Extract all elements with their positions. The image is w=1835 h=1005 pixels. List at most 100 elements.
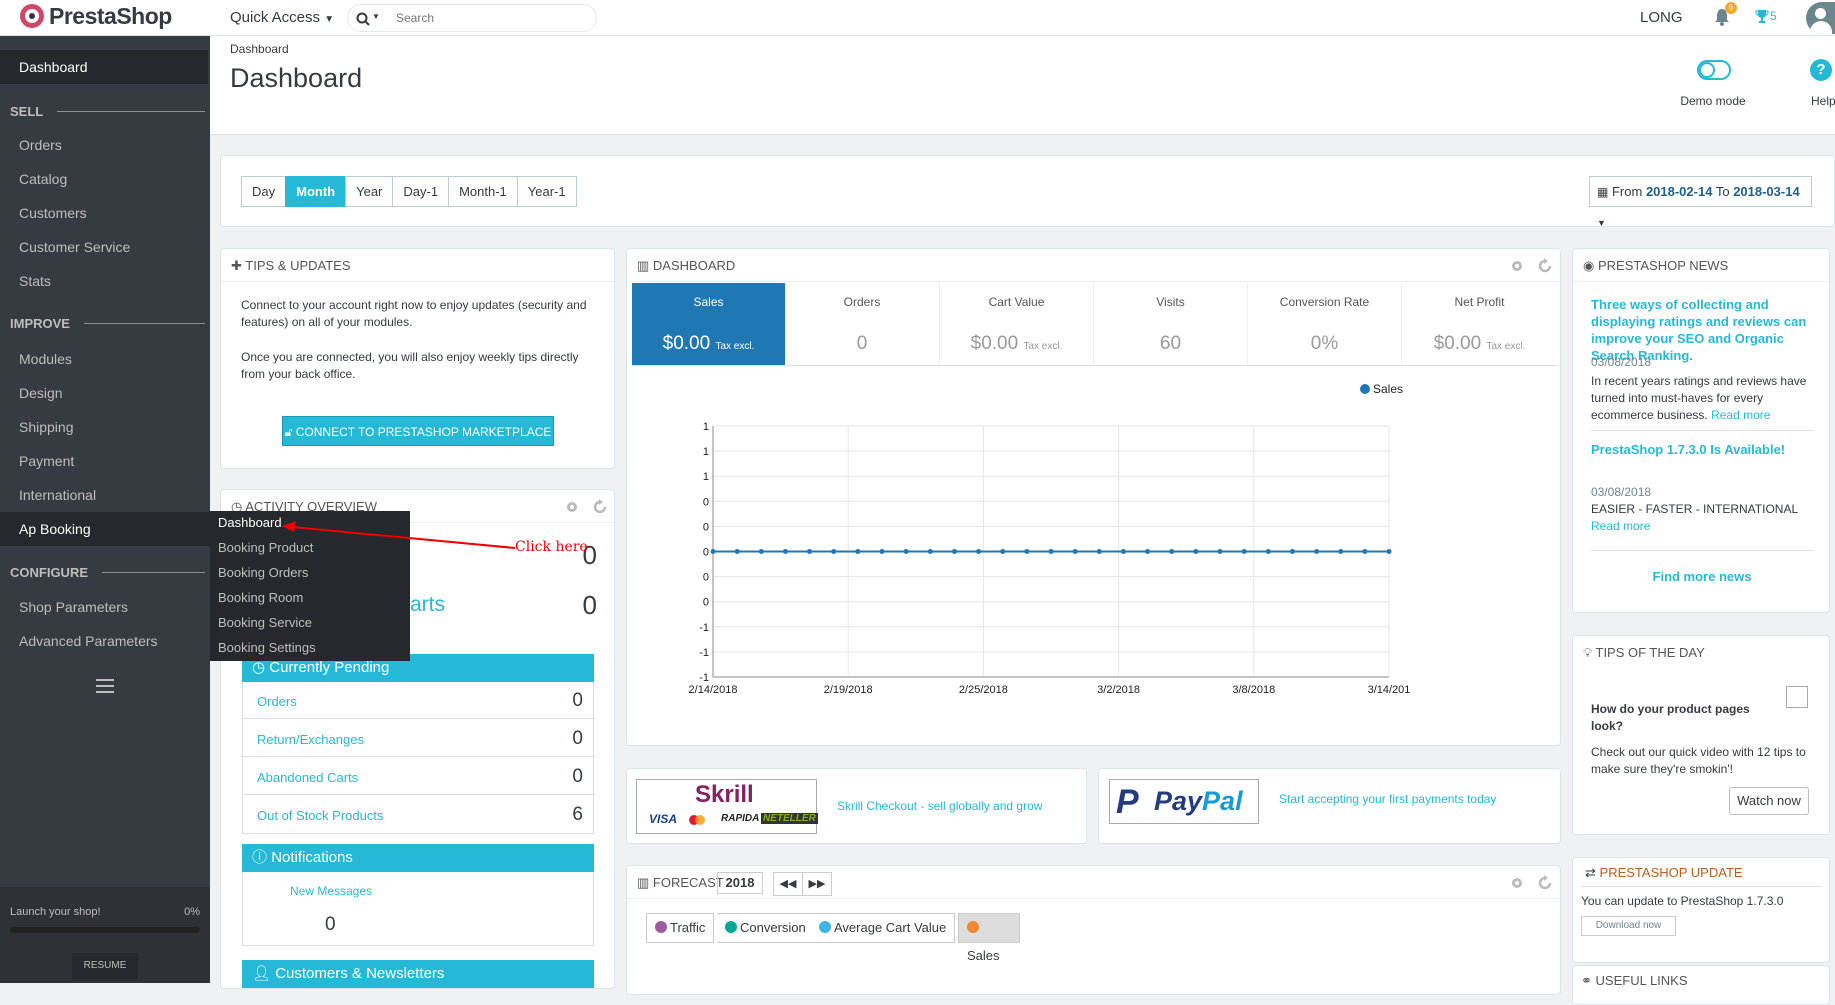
forecast-tag-sales[interactable]: Sales xyxy=(958,913,1020,963)
sidebar-item-customers[interactable]: Customers xyxy=(0,196,210,230)
trophy-icon[interactable] xyxy=(1755,9,1769,23)
period-day-button[interactable]: Day xyxy=(241,176,287,207)
resume-button[interactable]: RESUME xyxy=(72,953,138,979)
period-panel: Day Month Year Day-1 Month-1 Year-1 ▦ Fr… xyxy=(220,155,1835,228)
toggle-icon[interactable] xyxy=(1697,60,1731,80)
sidebar-item-design[interactable]: Design xyxy=(0,376,210,410)
search-input[interactable] xyxy=(396,9,586,27)
pending-row-out-of-stock[interactable]: Out of Stock Products 6 xyxy=(243,796,595,833)
search-box[interactable]: ▼ xyxy=(347,4,597,32)
read-more-link[interactable]: Read more xyxy=(1711,408,1770,422)
avatar[interactable] xyxy=(1806,2,1835,34)
sidebar-item-shipping[interactable]: Shipping xyxy=(0,410,210,444)
prestashop-logo-icon[interactable] xyxy=(20,4,44,28)
sales-point xyxy=(951,549,957,554)
legend-marker xyxy=(1360,384,1370,394)
search-caret-icon[interactable]: ▼ xyxy=(372,12,380,21)
row-label[interactable]: Out of Stock Products xyxy=(257,808,383,823)
kpi-sales[interactable]: Sales $0.00 Tax excl. xyxy=(632,283,785,365)
sidebar-item-modules[interactable]: Modules xyxy=(0,342,210,376)
paypal-link[interactable]: Start accepting your first payments toda… xyxy=(1279,792,1496,806)
refresh-icon[interactable] xyxy=(1537,875,1553,891)
dot-icon xyxy=(655,921,667,933)
sidebar-item-orders[interactable]: Orders xyxy=(0,128,210,162)
skrill-logo[interactable]: Skrill VISA RAPIDA NETELLER xyxy=(636,779,818,834)
sidebar-item-ap-booking[interactable]: Ap Booking xyxy=(0,512,210,546)
abandoned-carts-link[interactable]: arts xyxy=(410,593,445,617)
forecast-tag-traffic[interactable]: Traffic xyxy=(646,913,715,943)
row-label[interactable]: Return/Exchanges xyxy=(257,732,364,747)
period-month-1-button[interactable]: Month-1 xyxy=(448,176,518,207)
quick-access-menu[interactable]: Quick Access ▼ xyxy=(230,9,334,26)
date-range-picker[interactable]: ▦ From 2018-02-14 To 2018-03-14 ▼ xyxy=(1589,176,1812,228)
pending-row-orders[interactable]: Orders 0 xyxy=(243,682,595,719)
sales-point xyxy=(1024,549,1030,554)
demo-mode-button[interactable]: Demo mode xyxy=(1680,94,1745,108)
skrill-panel: Skrill VISA RAPIDA NETELLER Skrill Check… xyxy=(626,768,1087,844)
hamburger-menu-icon[interactable] xyxy=(96,679,114,693)
kpi-net-profit[interactable]: Net Profit $0.00 Tax excl. xyxy=(1402,283,1557,365)
gear-icon[interactable] xyxy=(1509,875,1525,891)
refresh-icon[interactable] xyxy=(592,499,608,515)
brand-name[interactable]: PrestaShop xyxy=(49,3,172,30)
kpi-cart-value[interactable]: Cart Value $0.00 Tax excl. xyxy=(940,283,1094,365)
submenu-item-booking-orders[interactable]: Booking Orders xyxy=(218,565,308,580)
gear-icon[interactable] xyxy=(564,499,580,515)
x-tick-label: 3/2/2018 xyxy=(1097,684,1140,696)
news-item-2-read-more[interactable]: Read more xyxy=(1591,519,1650,533)
panel-heading: ✚ TIPS & UPDATES xyxy=(221,249,614,282)
news-item-2-title[interactable]: PrestaShop 1.7.3.0 Is Available! xyxy=(1591,442,1819,457)
previous-year-icon[interactable]: ◀◀ xyxy=(773,872,803,896)
skrill-link[interactable]: Skrill Checkout - sell globally and grow xyxy=(837,799,1042,813)
next-year-icon[interactable]: ▶▶ xyxy=(802,872,832,896)
period-year-1-button[interactable]: Year-1 xyxy=(516,176,577,207)
find-more-news-link[interactable]: Find more news xyxy=(1573,569,1831,584)
row-label[interactable]: Orders xyxy=(257,694,297,709)
period-year-button[interactable]: Year xyxy=(345,176,394,207)
help-icon[interactable]: ? xyxy=(1810,59,1832,81)
sales-point xyxy=(1289,549,1295,554)
kpi-orders[interactable]: Orders 0 xyxy=(785,283,940,365)
help-button[interactable]: Help xyxy=(1811,94,1835,108)
submenu-item-booking-room[interactable]: Booking Room xyxy=(218,590,303,605)
refresh-icon[interactable] xyxy=(1537,258,1553,274)
submenu-item-dashboard[interactable]: Dashboard xyxy=(218,515,282,530)
video-thumbnail-icon[interactable] xyxy=(1786,686,1808,708)
news-item-1-title[interactable]: Three ways of collecting and displaying … xyxy=(1591,296,1819,364)
new-messages-link[interactable]: New Messages xyxy=(290,884,372,898)
kpi-conversion-rate[interactable]: Conversion Rate 0% xyxy=(1248,283,1402,365)
watch-now-button[interactable]: Watch now xyxy=(1729,787,1809,815)
sidebar-item-shop-parameters[interactable]: Shop Parameters xyxy=(0,590,210,624)
y-tick-label: 0 xyxy=(703,547,709,559)
sidebar-item-international[interactable]: International xyxy=(0,478,210,512)
sidebar-item-dashboard[interactable]: Dashboard xyxy=(0,50,208,84)
period-day-1-button[interactable]: Day-1 xyxy=(392,176,450,207)
panel-title: FORECAST xyxy=(652,875,724,890)
submenu-item-booking-settings[interactable]: Booking Settings xyxy=(218,640,316,655)
pending-row-returns[interactable]: Return/Exchanges 0 xyxy=(243,720,595,757)
download-now-button[interactable]: Download now xyxy=(1581,916,1676,936)
y-tick-label: 1 xyxy=(703,471,709,483)
section-label: SELL xyxy=(10,104,44,119)
sidebar-item-catalog[interactable]: Catalog xyxy=(0,162,210,196)
kpi-visits[interactable]: Visits 60 xyxy=(1094,283,1248,365)
period-month-button[interactable]: Month xyxy=(285,176,347,207)
forecast-tag-conversion[interactable]: Conversion xyxy=(717,913,815,943)
panel-title: USEFUL LINKS xyxy=(1595,973,1688,988)
sidebar-item-stats[interactable]: Stats xyxy=(0,264,210,298)
sidebar-item-customer-service[interactable]: Customer Service xyxy=(0,230,210,264)
pending-row-abandoned-carts[interactable]: Abandoned Carts 0 xyxy=(243,758,595,795)
forecast-tag-average-cart-value[interactable]: Average Cart Value xyxy=(811,913,956,943)
gear-icon[interactable] xyxy=(1509,258,1525,274)
sidebar-item-advanced-parameters[interactable]: Advanced Parameters xyxy=(0,624,210,658)
row-label[interactable]: Abandoned Carts xyxy=(257,770,358,785)
submenu-item-booking-service[interactable]: Booking Service xyxy=(218,615,312,630)
paypal-logo[interactable]: P PayPal xyxy=(1109,779,1259,824)
sidebar-item-payment[interactable]: Payment xyxy=(0,444,210,478)
user-name[interactable]: LONG xyxy=(1640,9,1683,26)
search-icon[interactable] xyxy=(356,12,370,26)
breadcrumb[interactable]: Dashboard xyxy=(230,42,289,56)
connect-marketplace-button[interactable]: 🔓︎ CONNECT TO PRESTASHOP MARKETPLACE xyxy=(282,416,554,446)
click-here-annotation: Click here xyxy=(515,539,588,555)
launch-percent: 0% xyxy=(184,906,200,918)
